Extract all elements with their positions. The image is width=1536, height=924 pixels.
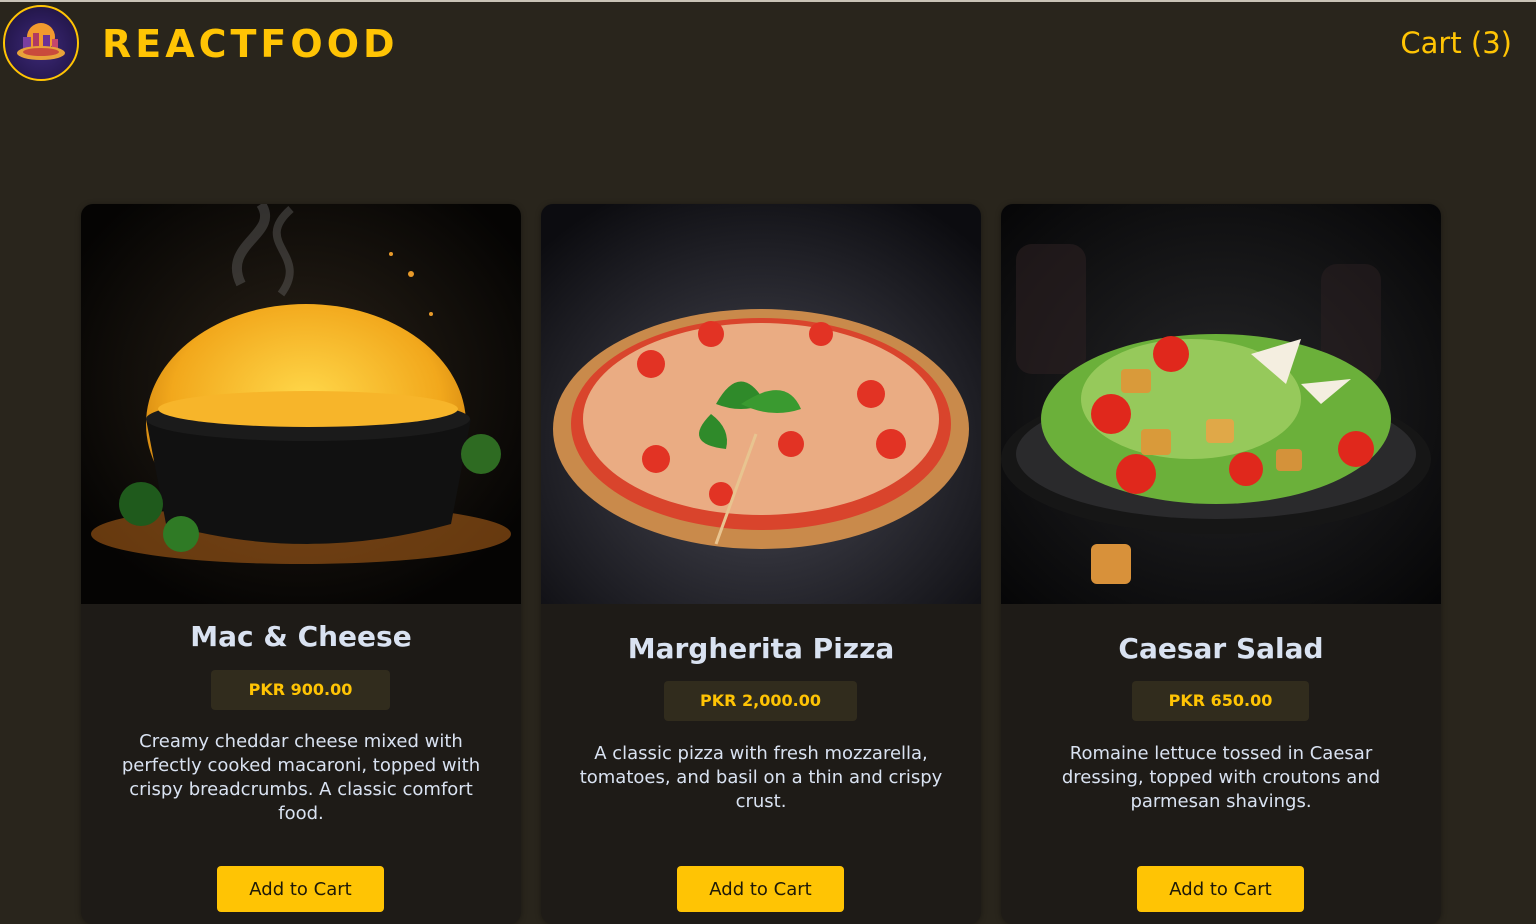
- meal-image-caesar-salad: [1001, 204, 1441, 604]
- cart-button[interactable]: Cart (3): [1400, 26, 1512, 60]
- meal-description: Creamy cheddar cheese mixed with perfect…: [121, 731, 481, 824]
- logo-icon: [3, 5, 79, 81]
- meal-name: Caesar Salad: [1118, 632, 1324, 665]
- meal-name: Margherita Pizza: [627, 632, 895, 665]
- meal-image-mac-and-cheese: [81, 204, 521, 604]
- site-header: REACTFOOD Cart (3): [0, 2, 1536, 88]
- meal-price-badge: PKR 900.00: [211, 670, 390, 710]
- add-to-cart-button[interactable]: Add to Cart: [677, 866, 844, 912]
- meal-name: Mac & Cheese: [190, 620, 412, 653]
- meal-card: Caesar Salad PKR 650.00 Romaine lettuce …: [1001, 204, 1441, 924]
- meal-card: Mac & Cheese PKR 900.00 Creamy cheddar c…: [81, 204, 521, 924]
- add-to-cart-button[interactable]: Add to Cart: [217, 866, 384, 912]
- meal-price-badge: PKR 2,000.00: [664, 681, 857, 721]
- meal-description: Romaine lettuce tossed in Caesar dressin…: [1061, 743, 1381, 812]
- meal-price-badge: PKR 650.00: [1132, 681, 1309, 721]
- meal-image-margherita-pizza: [541, 204, 981, 604]
- meal-description: A classic pizza with fresh mozzarella, t…: [579, 743, 943, 812]
- meal-card: Margherita Pizza PKR 2,000.00 A classic …: [541, 204, 981, 924]
- brand-title: REACTFOOD: [102, 22, 399, 66]
- add-to-cart-button[interactable]: Add to Cart: [1137, 866, 1304, 912]
